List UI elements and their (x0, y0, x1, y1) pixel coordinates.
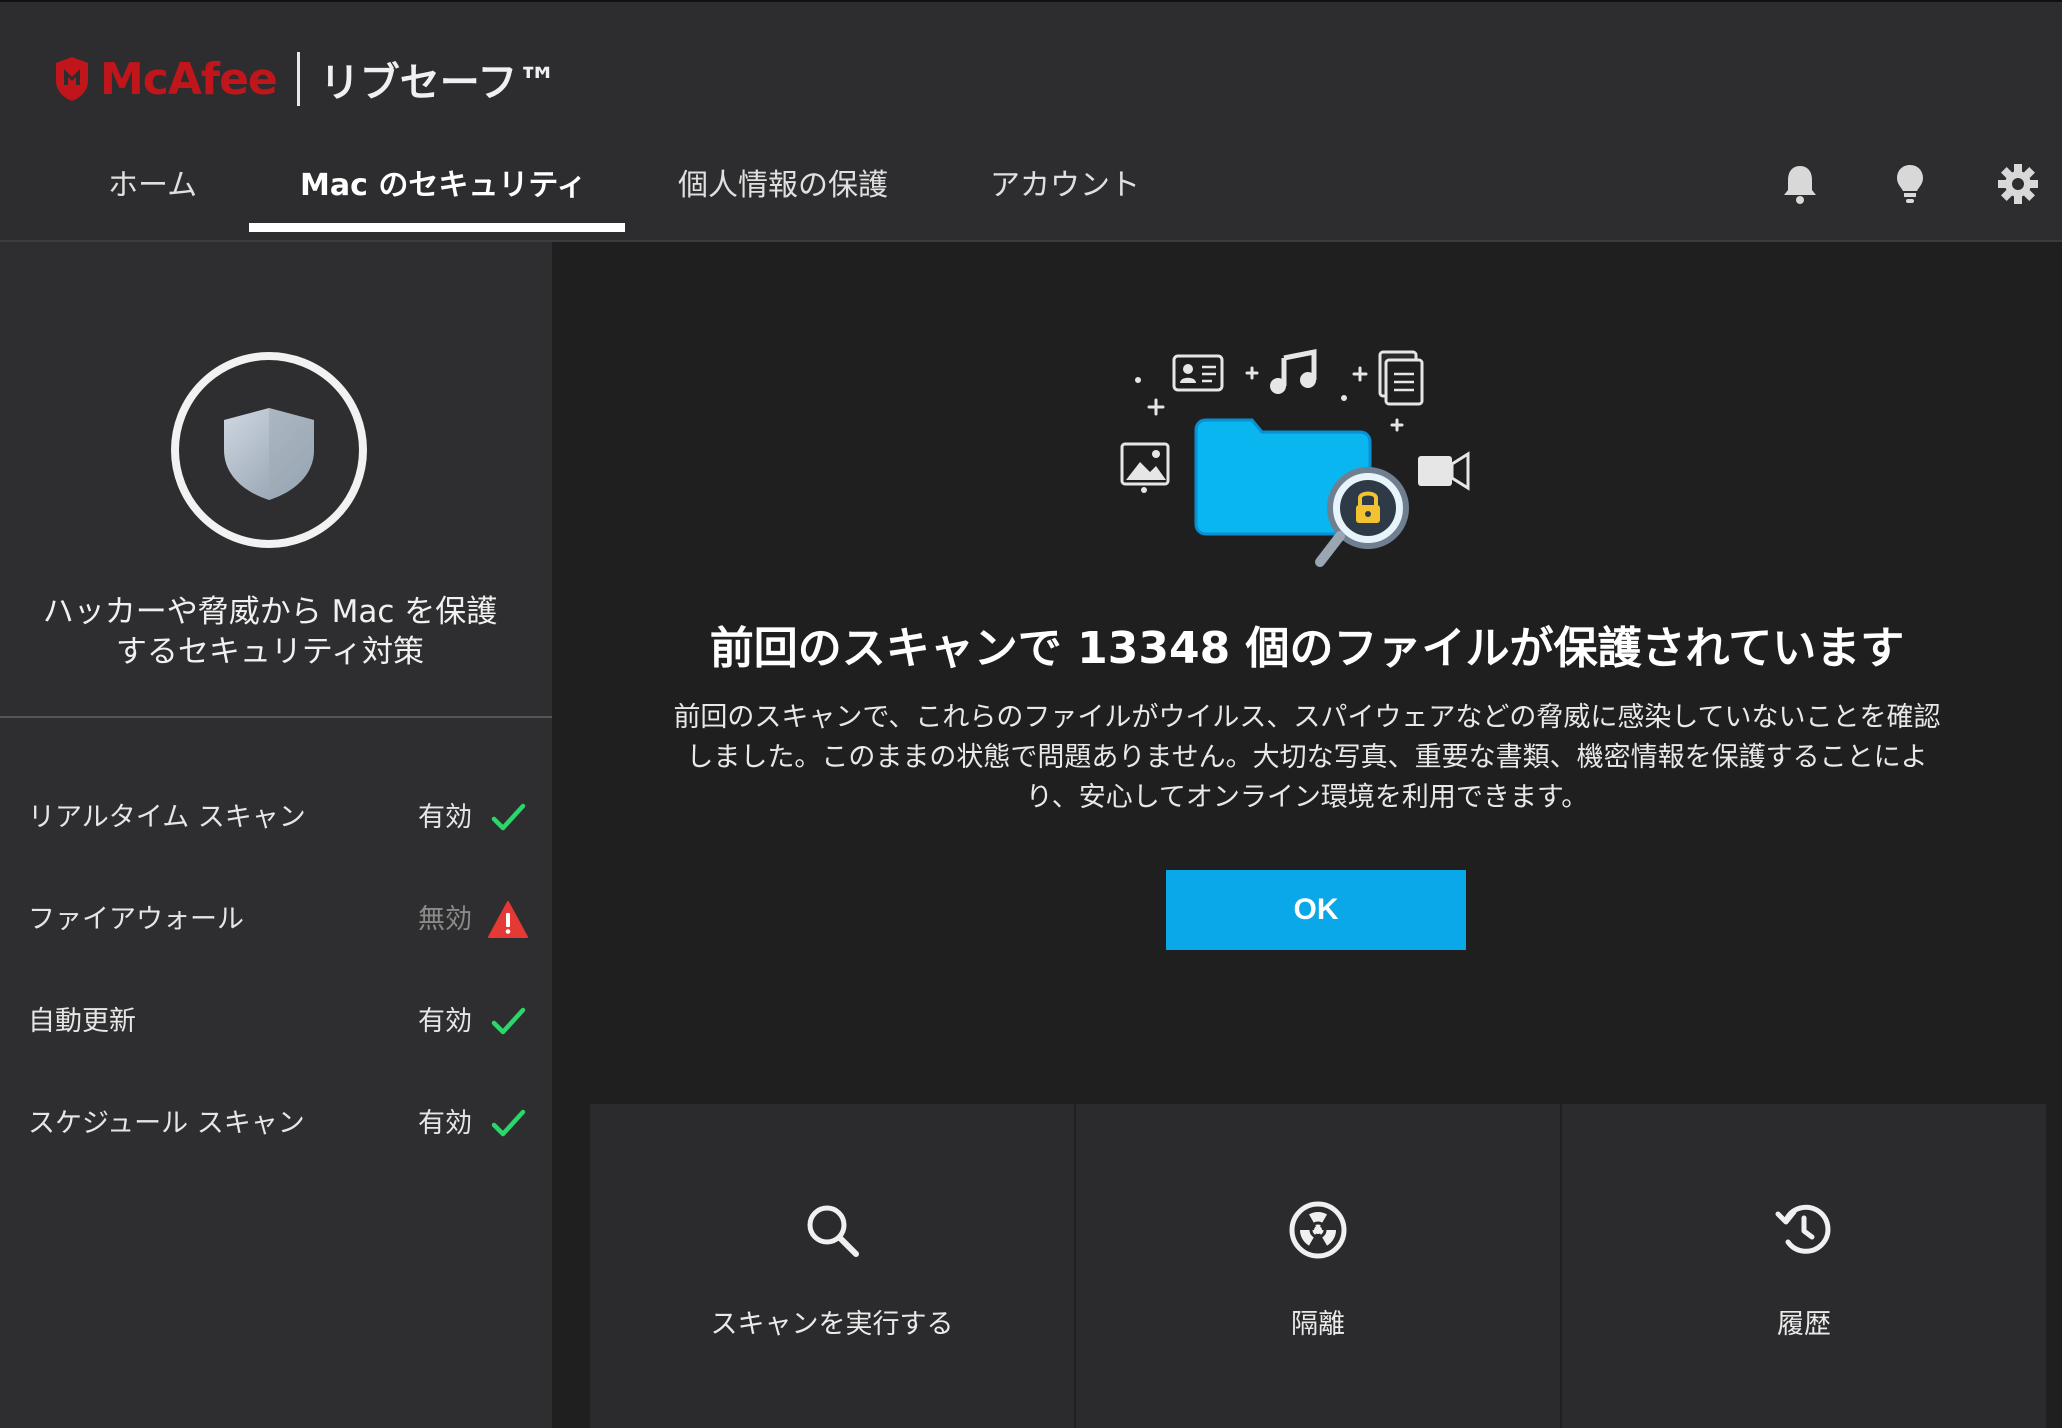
status-value: 有効 (418, 802, 472, 833)
protected-files-illustration (1120, 348, 1470, 567)
tab-identity-protection[interactable]: 個人情報の保護 (678, 160, 888, 204)
quarantine-card[interactable]: 隔離 (1076, 1104, 1560, 1428)
search-icon (807, 1205, 859, 1257)
status-label: リアルタイム スキャン (28, 802, 306, 833)
status-value: 有効 (418, 1006, 472, 1037)
active-tab-indicator (249, 223, 625, 232)
scan-result-headline: 前回のスキャンで 13348 個のファイルが保護されています (709, 623, 1905, 674)
ok-button[interactable]: OK (1166, 870, 1466, 950)
shield-status-icon (171, 352, 367, 548)
mcafee-shield-icon (56, 57, 88, 101)
checkmark-icon (491, 1109, 526, 1137)
warning-icon (488, 901, 528, 938)
logo-separator (296, 52, 300, 106)
run-scan-label: スキャンを実行する (710, 1309, 954, 1340)
brand-logo: McAfee リブセーフ™ (52, 50, 557, 108)
product-name: リブセーフ™ (319, 60, 558, 106)
status-value: 無効 (418, 904, 472, 935)
run-scan-card[interactable]: スキャンを実行する (590, 1104, 1074, 1428)
checkmark-icon (491, 1007, 526, 1035)
tab-account[interactable]: アカウント (990, 160, 1140, 204)
tab-home[interactable]: ホーム (108, 160, 197, 204)
history-label: 履歴 (1777, 1309, 1831, 1340)
app-header: McAfee リブセーフ™ ホーム Mac のセキュリティ 個人情報の保護 アカ… (0, 2, 2062, 242)
sidebar-title: ハッカーや脅威から Mac を保護するセキュリティ対策 (42, 594, 498, 670)
radiation-icon (1289, 1201, 1347, 1259)
history-icon (1775, 1204, 1831, 1254)
sidebar-divider (0, 716, 552, 718)
brand-name: McAfee (100, 53, 278, 105)
tab-mac-security[interactable]: Mac のセキュリティ (300, 160, 587, 204)
lightbulb-icon[interactable] (1888, 162, 1932, 206)
status-label: 自動更新 (28, 1006, 136, 1037)
bell-icon[interactable] (1778, 162, 1822, 206)
history-card[interactable]: 履歴 (1562, 1104, 2046, 1428)
main-content: 前回のスキャンで 13348 個のファイルが保護されています 前回のスキャンで、… (552, 242, 2062, 1428)
status-label: ファイアウォール (28, 904, 244, 935)
gear-icon[interactable] (1996, 162, 2040, 206)
action-cards: スキャンを実行する 隔離 履歴 (590, 1104, 2046, 1428)
quarantine-label: 隔離 (1291, 1309, 1345, 1340)
status-label: スケジュール スキャン (28, 1108, 305, 1139)
scan-result-description: 前回のスキャンで、これらのファイルがウイルス、スパイウェアなどの脅威に感染してい… (673, 702, 1941, 813)
checkmark-icon (491, 803, 526, 831)
security-sidebar: ハッカーや脅威から Mac を保護するセキュリティ対策 リアルタイム スキャン … (0, 242, 552, 1428)
status-value: 有効 (418, 1108, 472, 1139)
